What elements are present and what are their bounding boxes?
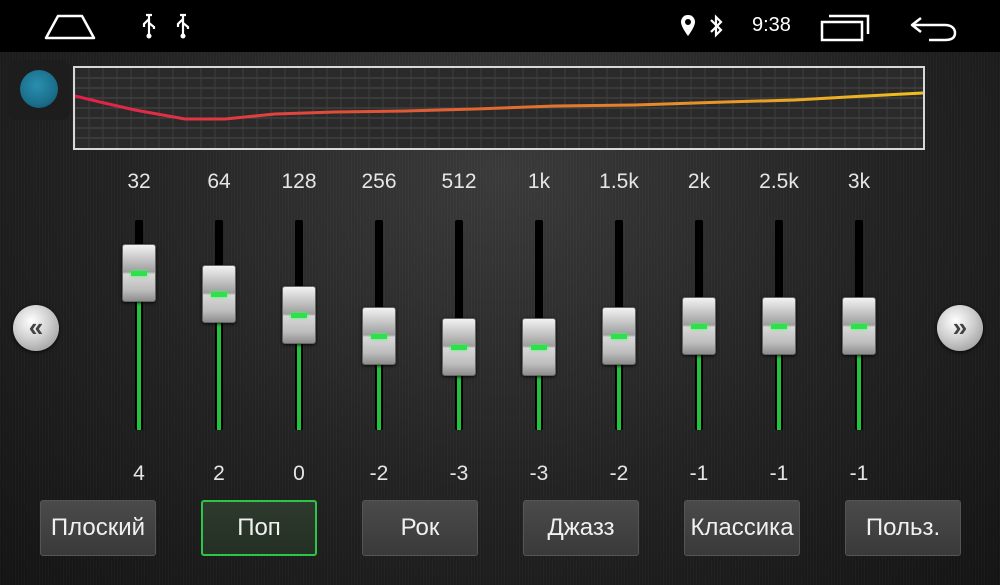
knob-led-indicator xyxy=(211,292,227,297)
band-slider-knob[interactable] xyxy=(282,286,316,344)
band-frequency-label: 2k xyxy=(687,170,711,193)
back-icon[interactable] xyxy=(906,12,960,42)
knob-led-indicator xyxy=(371,334,387,339)
band-frequency-label: 2.5k xyxy=(759,170,799,193)
preset-label: Плоский xyxy=(50,514,146,541)
band-frequency-label: 32 xyxy=(127,170,151,193)
bluetooth-icon xyxy=(706,12,726,40)
band-gain-value: -1 xyxy=(849,462,869,485)
sound-settings-button[interactable] xyxy=(8,60,70,120)
band-frequency-label: 3k xyxy=(847,170,871,193)
band-gain-value: -1 xyxy=(769,462,789,485)
knob-led-indicator xyxy=(451,344,467,350)
eq-curve-graph xyxy=(73,66,925,150)
knob-led-indicator xyxy=(131,271,147,276)
knob-led-indicator xyxy=(611,334,627,339)
home-icon[interactable] xyxy=(40,10,100,42)
location-icon xyxy=(678,13,698,39)
band-slider-knob[interactable] xyxy=(762,296,796,355)
preset-label: Классика xyxy=(690,514,794,541)
band-frequency-label: 512 xyxy=(441,170,477,193)
preset-button[interactable]: Джазз xyxy=(523,500,639,556)
band-frequency-label: 1k xyxy=(527,170,551,193)
band-frequency-label: 1.5k xyxy=(599,170,639,193)
knob-led-indicator xyxy=(851,323,867,329)
band-gain-value: 4 xyxy=(133,462,145,485)
usb-icon xyxy=(138,12,160,40)
eq-curve-svg xyxy=(74,68,924,148)
band-gain-value: -2 xyxy=(609,462,629,485)
band-frequency-label: 256 xyxy=(361,170,397,193)
status-bar: 9:38 xyxy=(0,0,1000,52)
band-frequency-label: 64 xyxy=(207,170,231,193)
band-gain-value: -3 xyxy=(449,462,469,485)
round-indicator-icon xyxy=(20,70,58,108)
knob-led-indicator xyxy=(691,323,707,329)
band-slider-knob[interactable] xyxy=(202,265,236,323)
band-slider-knob[interactable] xyxy=(522,317,556,376)
band-slider-knob[interactable] xyxy=(842,296,876,355)
band-slider-knob[interactable] xyxy=(602,307,636,365)
recent-apps-icon[interactable] xyxy=(818,12,872,42)
band-gain-value: 0 xyxy=(293,462,305,485)
band-slider-knob[interactable] xyxy=(362,307,396,365)
preset-label: Поп xyxy=(237,514,281,541)
clock: 9:38 xyxy=(752,14,791,36)
preset-button[interactable]: Рок xyxy=(362,500,478,556)
eq-curve-line xyxy=(74,91,924,121)
usb-icon xyxy=(172,12,194,40)
band-gain-value: -2 xyxy=(369,462,389,485)
band-frequency-label: 128 xyxy=(281,170,317,193)
previous-arrow-button[interactable]: « xyxy=(13,305,59,351)
preset-button[interactable]: Поп xyxy=(201,500,317,556)
knob-led-indicator xyxy=(531,344,547,350)
preset-label: Рок xyxy=(400,514,440,541)
band-gain-value: -3 xyxy=(529,462,549,485)
band-gain-value: -1 xyxy=(689,462,709,485)
band-slider-knob[interactable] xyxy=(442,317,476,376)
band-slider-knob[interactable] xyxy=(682,296,716,355)
preset-button[interactable]: Классика xyxy=(684,500,800,556)
preset-label: Польз. xyxy=(865,514,941,541)
knob-led-indicator xyxy=(291,313,307,318)
preset-label: Джазз xyxy=(547,514,615,541)
next-arrow-button[interactable]: » xyxy=(937,305,983,351)
knob-led-indicator xyxy=(771,323,787,329)
band-gain-value: 2 xyxy=(213,462,225,485)
band-slider-knob[interactable] xyxy=(122,244,156,302)
preset-button[interactable]: Плоский xyxy=(40,500,156,556)
preset-button[interactable]: Польз. xyxy=(845,500,961,556)
